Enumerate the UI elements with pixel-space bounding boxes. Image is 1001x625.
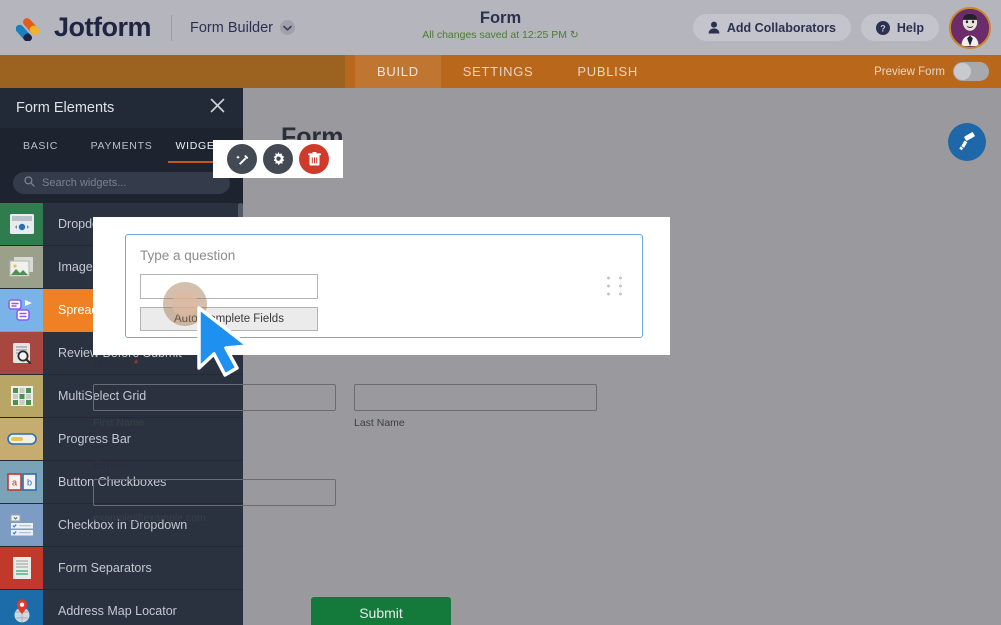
- paint-roller-icon: [957, 132, 977, 152]
- email-group: example@example.com: [93, 479, 336, 524]
- button-checkboxes-icon: ab: [0, 461, 43, 503]
- tab-settings-label: SETTINGS: [463, 64, 534, 79]
- last-name-group: Last Name: [354, 377, 597, 429]
- trash-button[interactable]: [299, 144, 329, 174]
- svg-text:b: b: [26, 478, 31, 488]
- question-toolbar: [213, 140, 343, 178]
- drag-handle[interactable]: [607, 277, 626, 296]
- email-input[interactable]: [93, 479, 336, 506]
- tab-settings[interactable]: SETTINGS: [441, 55, 556, 88]
- field-name-label: Name: [93, 356, 130, 371]
- search-icon: [24, 174, 35, 192]
- header-actions: Add Collaborators ? Help: [693, 0, 991, 55]
- multiselect-grid-icon: [0, 375, 43, 417]
- field-name-label-row: Name *: [93, 355, 670, 373]
- question-placeholder: Type a question: [126, 235, 642, 263]
- submit-button[interactable]: Submit: [311, 597, 451, 625]
- last-name-hint: Last Name: [354, 417, 597, 429]
- list-item-label: Address Map Locator: [43, 590, 243, 625]
- list-item[interactable]: Address Map Locator: [0, 590, 243, 625]
- dot: [607, 285, 610, 288]
- field-email: Email example@example.com: [93, 457, 670, 524]
- dot: [619, 285, 622, 288]
- first-name-input[interactable]: [93, 384, 336, 411]
- close-icon[interactable]: [210, 98, 225, 118]
- search-row: Search widgets...: [0, 163, 243, 203]
- gear-button[interactable]: [263, 144, 293, 174]
- image-choices-icon: [0, 246, 43, 288]
- form-builder-dropdown[interactable]: Form Builder: [190, 20, 295, 36]
- help-label: Help: [897, 21, 924, 35]
- progress-bar-icon: [0, 418, 43, 460]
- jotform-logo[interactable]: Jotform: [16, 12, 151, 43]
- last-name-input[interactable]: [354, 384, 597, 411]
- mouse-cursor: [196, 306, 258, 383]
- svg-text:a: a: [11, 478, 16, 488]
- required-marker: *: [134, 357, 139, 371]
- navbar-tabs: BUILD SETTINGS PUBLISH: [355, 55, 660, 88]
- dot: [607, 277, 610, 280]
- tab-publish[interactable]: PUBLISH: [555, 55, 660, 88]
- dot: [619, 277, 622, 280]
- main-navbar: BUILD SETTINGS PUBLISH Preview Form: [0, 55, 1001, 88]
- gear-icon: [271, 152, 286, 167]
- form-builder-label: Form Builder: [190, 20, 273, 36]
- help-button[interactable]: ? Help: [861, 14, 939, 41]
- search-widgets-input[interactable]: Search widgets...: [13, 172, 230, 194]
- wand-icon: [235, 152, 250, 167]
- canvas-form-title: Form: [243, 88, 1001, 152]
- top-header: Jotform Form Builder Form All changes sa…: [0, 0, 1001, 55]
- preview-form-label: Preview Form: [874, 66, 945, 78]
- first-name-group: First Name: [93, 377, 336, 429]
- form-fields: Name * First Name Last Name Email example…: [93, 355, 670, 524]
- panel-title: Form Elements: [16, 100, 114, 116]
- tab-basic[interactable]: BASIC: [0, 128, 81, 163]
- tab-build[interactable]: BUILD: [355, 55, 441, 88]
- dropdown-paging-icon: [0, 203, 43, 245]
- first-name-hint: First Name: [93, 417, 336, 429]
- person-icon: [708, 21, 720, 34]
- add-collaborators-button[interactable]: Add Collaborators: [693, 14, 851, 41]
- chevron-down-icon: [280, 20, 295, 35]
- jotform-logo-icon: [16, 15, 46, 41]
- form-separators-icon: [0, 547, 43, 589]
- toggle-knob: [954, 63, 971, 80]
- tab-payments-label: PAYMENTS: [91, 140, 153, 152]
- dot: [619, 293, 622, 296]
- tab-publish-label: PUBLISH: [577, 64, 638, 79]
- submit-label: Submit: [359, 605, 403, 621]
- dot: [607, 293, 610, 296]
- app-root: Jotform Form Builder Form All changes sa…: [0, 0, 1001, 625]
- navbar-left-dim: [0, 55, 345, 88]
- header-divider: [171, 15, 172, 41]
- spreadsheet-to-form-icon: [0, 289, 43, 331]
- form-designer-button[interactable]: [948, 123, 986, 161]
- preview-form-control[interactable]: Preview Form: [874, 55, 989, 88]
- brand-name: Jotform: [54, 12, 151, 43]
- avatar[interactable]: [949, 7, 991, 49]
- preview-form-toggle[interactable]: [953, 62, 989, 81]
- panel-header: Form Elements: [0, 88, 243, 128]
- field-name: Name * First Name Last Name: [93, 355, 670, 429]
- question-mark-icon: ?: [876, 21, 890, 35]
- tab-payments[interactable]: PAYMENTS: [81, 128, 162, 163]
- field-email-label: Email: [93, 457, 670, 472]
- add-collaborators-label: Add Collaborators: [727, 21, 836, 35]
- name-inputs-row: First Name Last Name: [93, 377, 670, 429]
- search-widgets-placeholder: Search widgets...: [42, 177, 126, 189]
- tab-build-label: BUILD: [377, 64, 419, 79]
- trash-icon: [308, 152, 321, 166]
- review-before-submit-icon: [0, 332, 43, 374]
- checkbox-in-dropdown-icon: [0, 504, 43, 546]
- wand-button[interactable]: [227, 144, 257, 174]
- tab-basic-label: BASIC: [23, 140, 58, 152]
- email-hint: example@example.com: [93, 512, 336, 524]
- address-map-locator-icon: [0, 590, 43, 625]
- list-item-label: Form Separators: [43, 547, 243, 589]
- panel-tabs: BASIC PAYMENTS WIDGETS: [0, 128, 243, 163]
- svg-text:?: ?: [880, 23, 886, 33]
- list-item[interactable]: Form Separators: [0, 547, 243, 590]
